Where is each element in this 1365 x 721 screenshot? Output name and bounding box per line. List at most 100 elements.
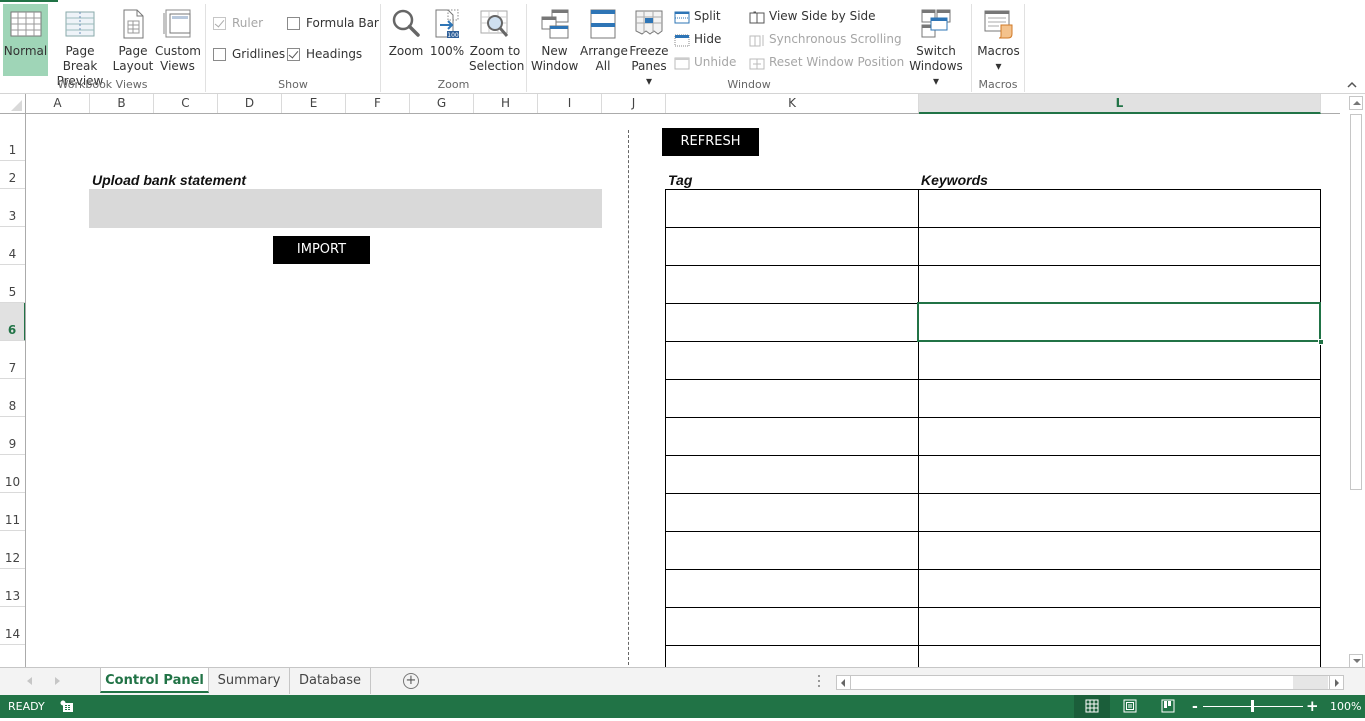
tag-cell[interactable] [665, 493, 919, 532]
selected-cell-l6[interactable] [917, 302, 1324, 345]
ruler-checkbox[interactable]: Ruler [213, 13, 263, 33]
custom-views-button[interactable]: Custom Views [155, 4, 201, 76]
tag-cell[interactable] [665, 531, 919, 570]
next-sheet-icon[interactable] [55, 677, 60, 685]
keywords-cell[interactable] [918, 531, 1321, 570]
freeze-panes-button[interactable]: Freeze Panes ▾ [628, 4, 670, 88]
keywords-cell[interactable] [918, 607, 1321, 646]
scroll-right-button[interactable] [1329, 676, 1343, 689]
select-all-corner[interactable] [0, 94, 26, 114]
formula-bar-checkbox[interactable]: Formula Bar [287, 13, 379, 33]
row-header-3[interactable]: 3 [0, 189, 25, 227]
synchronous-scrolling-button[interactable]: Synchronous Scrolling [749, 29, 902, 49]
horizontal-scroll-track[interactable] [1293, 676, 1328, 689]
zoom-level[interactable]: 100% [1330, 700, 1361, 713]
row-header-12[interactable]: 12 [0, 531, 25, 569]
zoom-slider-thumb[interactable] [1251, 700, 1254, 712]
add-sheet-button[interactable]: + [403, 673, 419, 689]
row-header-10[interactable]: 10 [0, 455, 25, 493]
tag-cell[interactable] [665, 607, 919, 646]
view-side-by-side-button[interactable]: View Side by Side [749, 6, 876, 26]
tag-cell[interactable] [665, 341, 919, 380]
keywords-cell[interactable] [918, 493, 1321, 532]
keywords-cell[interactable] [918, 379, 1321, 418]
fill-handle[interactable] [1318, 339, 1324, 345]
column-header-c[interactable]: C [154, 94, 218, 113]
tag-cell[interactable] [665, 455, 919, 494]
zoom-100-button[interactable]: 100 100% [429, 4, 465, 76]
row-header-13[interactable]: 13 [0, 569, 25, 607]
headings-checkbox[interactable]: Headings [287, 44, 362, 64]
tag-cell[interactable] [665, 303, 919, 342]
keywords-cell[interactable] [918, 455, 1321, 494]
sheet-tab-database[interactable]: Database [290, 668, 371, 694]
page-break-status-button[interactable] [1150, 695, 1186, 718]
row-header-2[interactable]: 2 [0, 161, 25, 189]
refresh-button[interactable]: REFRESH [662, 128, 759, 156]
keywords-cell[interactable] [918, 645, 1321, 667]
keywords-cell[interactable] [918, 417, 1321, 456]
page-layout-status-button[interactable] [1112, 695, 1148, 718]
column-header-a[interactable]: A [26, 94, 90, 113]
row-header-1[interactable]: 1 [0, 114, 25, 161]
new-window-button[interactable]: New Window [531, 4, 578, 76]
column-header-k[interactable]: K [666, 94, 919, 113]
macros-button[interactable]: Macros ▾ [975, 4, 1022, 76]
tag-cell[interactable] [665, 569, 919, 608]
tab-split-handle[interactable] [818, 675, 821, 688]
column-header-l[interactable]: L [919, 94, 1321, 114]
gridlines-checkbox[interactable]: Gridlines [213, 44, 285, 64]
scroll-down-button[interactable] [1349, 654, 1363, 668]
arrange-all-button[interactable]: Arrange All [580, 4, 628, 76]
switch-windows-button[interactable]: Switch Windows ▾ [905, 4, 967, 88]
keywords-cell[interactable] [918, 227, 1321, 266]
column-header-e[interactable]: E [282, 94, 346, 113]
keywords-cell[interactable] [918, 341, 1321, 380]
column-header-h[interactable]: H [474, 94, 538, 113]
column-header-i[interactable]: I [538, 94, 602, 113]
tag-cell[interactable] [665, 227, 919, 266]
column-header-j[interactable]: J [602, 94, 666, 113]
sheet-tab-summary[interactable]: Summary [209, 668, 290, 694]
tag-cell[interactable] [665, 189, 919, 228]
vertical-scrollbar[interactable] [1347, 94, 1365, 668]
keywords-cell[interactable] [918, 569, 1321, 608]
reset-window-position-button[interactable]: Reset Window Position [749, 52, 904, 72]
keywords-cell[interactable] [918, 265, 1321, 304]
page-layout-button[interactable]: Page Layout [112, 4, 154, 76]
normal-view-status-button[interactable] [1074, 695, 1110, 718]
row-header-9[interactable]: 9 [0, 417, 25, 455]
keywords-cell[interactable] [918, 189, 1321, 228]
import-button[interactable]: IMPORT [273, 236, 370, 264]
column-header-b[interactable]: B [90, 94, 154, 113]
vertical-scroll-thumb[interactable] [1350, 114, 1362, 490]
scroll-up-button[interactable] [1349, 96, 1363, 110]
column-header-d[interactable]: D [218, 94, 282, 113]
row-header-11[interactable]: 11 [0, 493, 25, 531]
sheet-tab-control-panel[interactable]: Control Panel [100, 668, 209, 693]
zoom-to-selection-button[interactable]: Zoom to Selection [469, 4, 524, 76]
row-header-14[interactable]: 14 [0, 607, 25, 645]
row-header-6[interactable]: 6 [0, 303, 25, 341]
macro-recording-icon[interactable] [60, 700, 73, 712]
hide-button[interactable]: Hide [674, 29, 721, 49]
unhide-button[interactable]: Unhide [674, 52, 736, 72]
tag-cell[interactable] [665, 645, 919, 667]
normal-view-button[interactable]: Normal [3, 4, 48, 76]
row-header-5[interactable]: 5 [0, 265, 25, 303]
zoom-button[interactable]: Zoom [385, 4, 427, 76]
row-header-4[interactable]: 4 [0, 227, 25, 265]
row-header-8[interactable]: 8 [0, 379, 25, 417]
scroll-left-button[interactable] [837, 676, 851, 689]
zoom-in-button[interactable]: + [1306, 697, 1319, 715]
zoom-out-button[interactable]: - [1192, 699, 1198, 715]
page-break-preview-button[interactable]: Page Break Preview [50, 4, 110, 88]
tag-cell[interactable] [665, 417, 919, 456]
upload-path-cell[interactable] [89, 189, 602, 228]
collapse-ribbon-icon[interactable] [1347, 80, 1357, 90]
previous-sheet-icon[interactable] [27, 677, 32, 685]
tag-cell[interactable] [665, 379, 919, 418]
split-button[interactable]: Split [674, 6, 721, 26]
worksheet-grid[interactable]: Upload bank statement IMPORT REFRESH Tag… [26, 114, 1340, 667]
tag-cell[interactable] [665, 265, 919, 304]
